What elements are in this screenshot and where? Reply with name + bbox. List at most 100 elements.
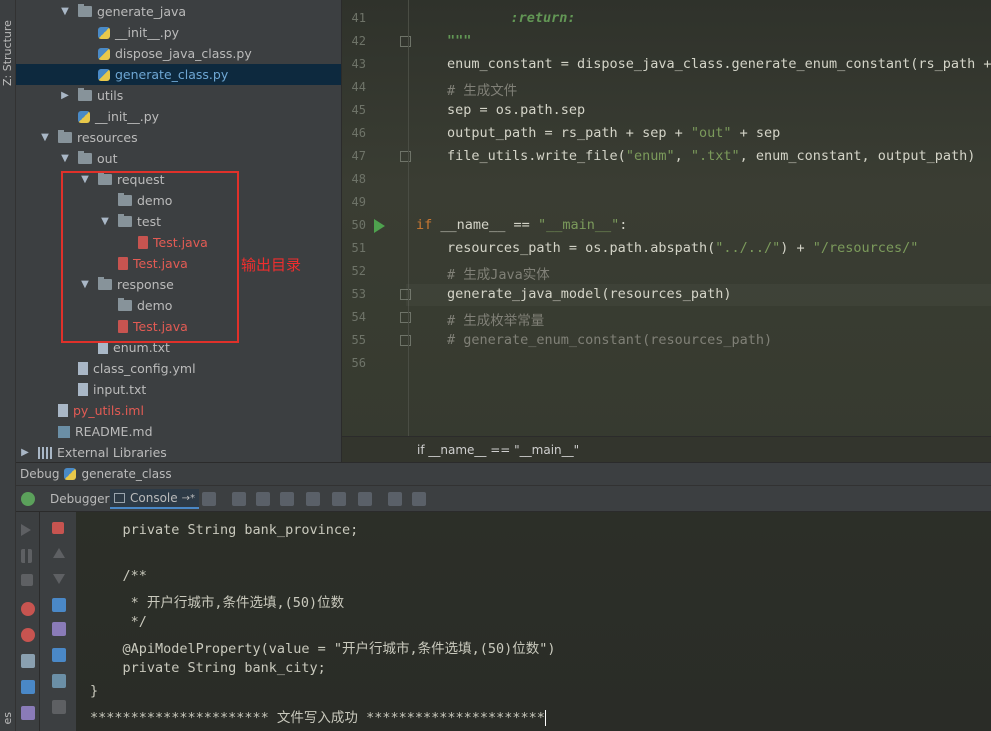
tree-item[interactable]: ▼ out — [16, 148, 341, 169]
stop-icon[interactable] — [21, 574, 33, 586]
structure-tool-tab[interactable]: Z: Structure — [1, 6, 14, 86]
tree-item[interactable]: ▼ generate_java — [16, 1, 341, 22]
tree-item[interactable]: __init__.py — [16, 22, 341, 43]
editor-breadcrumb[interactable]: if __name__ == "__main__" — [342, 436, 991, 462]
tree-item-label: resources — [77, 130, 138, 145]
line-number: 45 — [351, 103, 366, 117]
console-line: @ApiModelProperty(value = "开户行城市,条件选填,(5… — [90, 641, 556, 657]
tab-console[interactable]: Console →* — [110, 489, 200, 509]
line-number: 47 — [351, 149, 366, 163]
code-line[interactable]: sep = os.path.sep — [447, 102, 585, 118]
resume-icon[interactable] — [21, 524, 31, 536]
print-icon[interactable] — [52, 648, 66, 662]
expand-arrow-icon[interactable]: ▶ — [18, 447, 32, 458]
line-number: 43 — [351, 57, 366, 71]
line-number: 50 — [351, 218, 366, 232]
tree-item[interactable]: py_utils.iml — [16, 400, 341, 421]
code-editor[interactable]: 41 42 43 44 45 46 47 48 49 50 51 52 53 54 55 56 :return… — [342, 0, 991, 462]
line-number: 49 — [351, 195, 366, 209]
step-over-icon[interactable] — [232, 492, 246, 506]
tree-item-label: class_config.yml — [93, 361, 196, 376]
line-number: 51 — [351, 241, 366, 255]
up-arrow-icon[interactable] — [53, 548, 65, 558]
console-line: */ — [90, 614, 147, 630]
editor-gutter: 41 42 43 44 45 46 47 48 49 50 51 52 53 54 55 56 — [342, 0, 411, 436]
code-line[interactable]: output_path = rs_path + sep + "out" + se… — [447, 125, 780, 141]
evaluate-expression-icon[interactable] — [358, 492, 372, 506]
text-file-icon — [58, 404, 68, 417]
trash-icon[interactable] — [52, 674, 66, 688]
tree-item[interactable]: ▼ resources — [16, 127, 341, 148]
folder-icon — [78, 151, 92, 164]
line-number: 41 — [351, 11, 366, 25]
fold-marker-icon[interactable] — [400, 36, 411, 47]
debug-toolbar: Debugger Console →* — [16, 486, 991, 512]
expand-arrow-icon[interactable]: ▶ — [58, 90, 72, 101]
debug-config-name[interactable]: generate_class — [81, 467, 171, 481]
fold-marker-icon[interactable] — [400, 151, 411, 162]
tab-debugger[interactable]: Debugger — [46, 489, 113, 509]
step-out-icon[interactable] — [306, 492, 320, 506]
soft-wrap-icon[interactable] — [52, 598, 66, 612]
tab-debugger-label: Debugger — [50, 492, 110, 506]
collapse-arrow-icon[interactable]: ▼ — [58, 6, 72, 17]
down-arrow-icon[interactable] — [53, 574, 65, 584]
line-number: 56 — [351, 356, 366, 370]
output-dir-annotation: 输出目录 — [241, 256, 302, 274]
run-gutter-icon[interactable] — [374, 219, 385, 233]
collapse-arrow-icon[interactable]: ▼ — [38, 132, 52, 143]
debug-label: Debug — [20, 467, 60, 481]
tree-item[interactable]: ▶ External Libraries — [16, 442, 341, 462]
tree-item[interactable]: dispose_java_class.py — [16, 43, 341, 64]
code-line[interactable]: # generate_enum_constant(resources_path) — [447, 332, 772, 348]
code-line[interactable]: """ — [447, 33, 471, 49]
bottom-tool-tab[interactable]: es — [1, 712, 14, 725]
code-line[interactable]: # 生成Java实体 — [447, 263, 550, 283]
tree-item[interactable]: ▶ utils — [16, 85, 341, 106]
text-file-icon — [78, 362, 88, 375]
code-line[interactable]: # 生成文件 — [447, 79, 517, 99]
scroll-to-end-icon[interactable] — [52, 622, 66, 636]
debug-left-toolbar — [16, 512, 40, 731]
line-number: 53 — [351, 287, 366, 301]
debug-bug-icon[interactable] — [21, 492, 35, 506]
tree-item[interactable]: generate_class.py — [16, 64, 341, 85]
run-to-cursor-icon[interactable] — [332, 492, 346, 506]
get-thread-dump-icon[interactable] — [21, 654, 35, 668]
fold-marker-icon[interactable] — [400, 312, 411, 323]
close-console-icon[interactable] — [52, 700, 66, 714]
code-line[interactable]: file_utils.write_file("enum", ".txt", en… — [447, 148, 975, 164]
tree-item[interactable]: class_config.yml — [16, 358, 341, 379]
code-line[interactable]: :return: — [478, 10, 576, 26]
show-execution-point-icon[interactable] — [202, 492, 216, 506]
tree-item-label: README.md — [75, 424, 153, 439]
code-line[interactable]: if __name__ == "__main__": — [416, 217, 627, 233]
step-into-icon[interactable] — [256, 492, 270, 506]
python-icon — [64, 468, 77, 480]
clear-all-icon[interactable] — [52, 522, 64, 534]
console-output[interactable]: private String bank_province; /** * 开户行城… — [76, 512, 991, 731]
pin-icon[interactable] — [21, 706, 35, 720]
pause-icon[interactable] — [21, 549, 32, 563]
python-file-icon — [98, 47, 110, 60]
line-number: 42 — [351, 34, 366, 48]
tree-item[interactable]: input.txt — [16, 379, 341, 400]
settings-icon[interactable] — [21, 680, 35, 694]
tree-item-label: py_utils.iml — [73, 403, 144, 418]
fold-marker-icon[interactable] — [400, 335, 411, 346]
collapse-arrow-icon[interactable]: ▼ — [58, 153, 72, 164]
step-into-my-code-icon[interactable] — [280, 492, 294, 506]
view-breakpoints-icon[interactable] — [21, 602, 35, 616]
frames-icon[interactable] — [388, 492, 402, 506]
code-line[interactable]: resources_path = os.path.abspath("../../… — [447, 240, 918, 256]
tree-item[interactable]: __init__.py — [16, 106, 341, 127]
mute-breakpoints-icon[interactable] — [21, 628, 35, 642]
tree-item[interactable]: README.md — [16, 421, 341, 442]
code-line[interactable]: enum_constant = dispose_java_class.gener… — [447, 56, 991, 72]
line-number: 55 — [351, 333, 366, 347]
breadcrumb-item[interactable]: if __name__ == "__main__" — [417, 443, 579, 457]
code-line[interactable]: generate_java_model(resources_path) — [447, 286, 731, 302]
code-line[interactable]: # 生成枚举常量 — [447, 309, 544, 329]
restore-layout-icon[interactable] — [412, 492, 426, 506]
console-line: /** — [90, 568, 147, 584]
